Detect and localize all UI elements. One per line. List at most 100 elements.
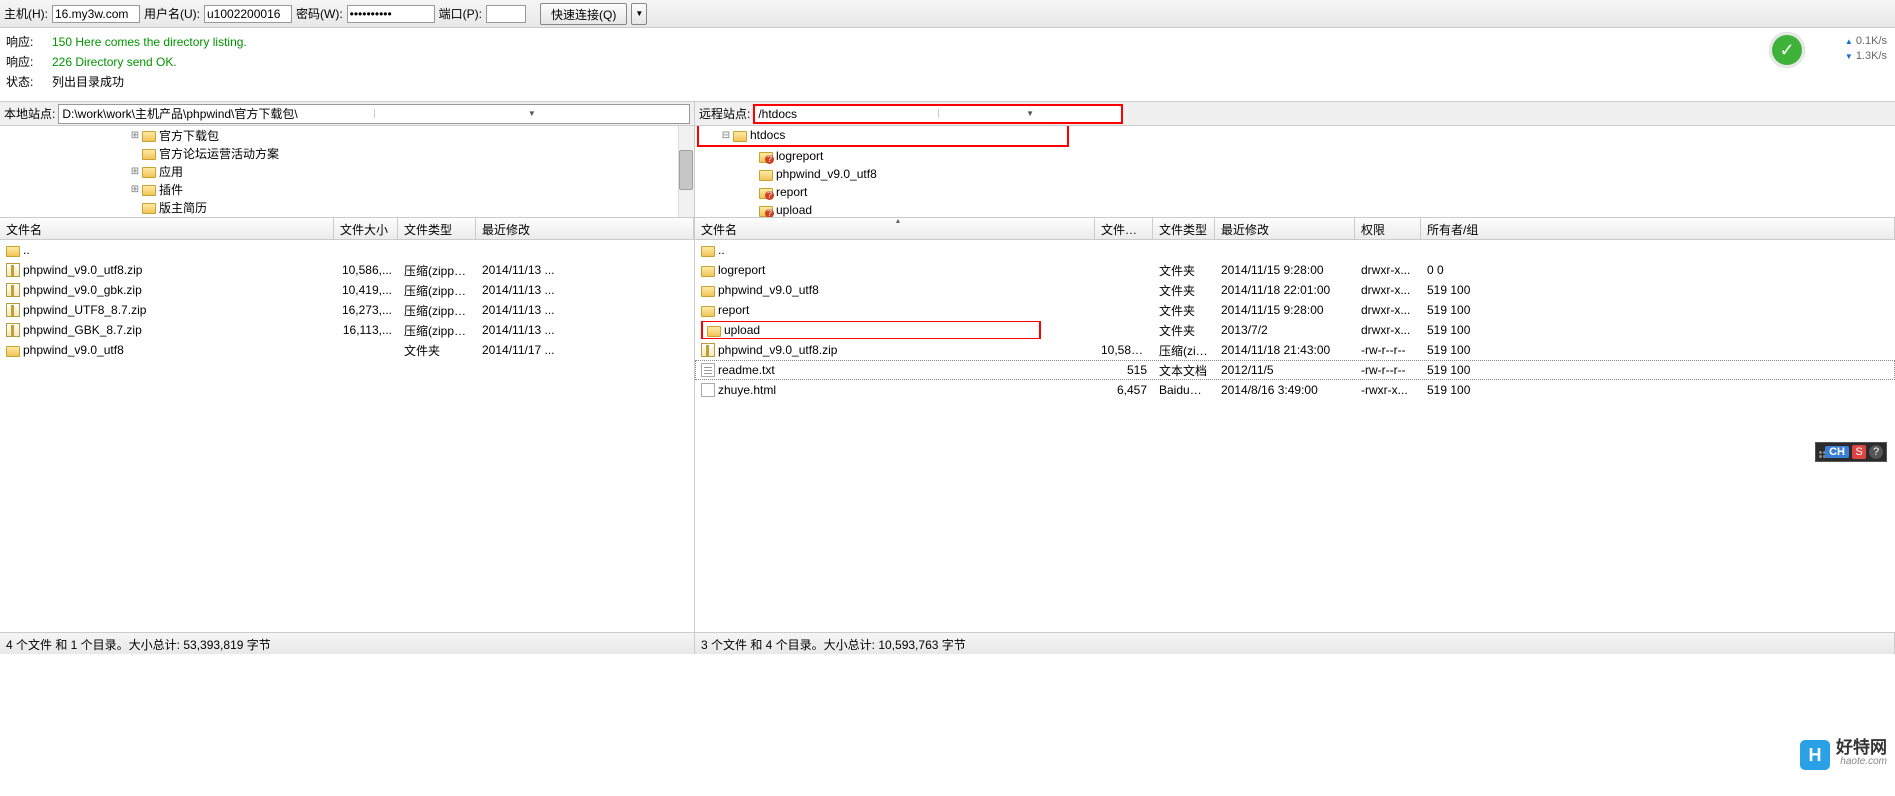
tree-label: 版主简历	[159, 199, 207, 216]
ime-help-icon[interactable]: ?	[1869, 445, 1883, 459]
file-row[interactable]: phpwind_GBK_8.7.zip16,113,...压缩(zippe...…	[0, 320, 694, 340]
tree-item[interactable]: 官方论坛运营活动方案	[0, 144, 694, 162]
folder-icon	[142, 185, 156, 196]
folder-icon	[142, 131, 156, 142]
tree-twisty[interactable]: ⊞	[128, 184, 142, 195]
log-tag: 状态:	[6, 72, 52, 92]
log-tag: 响应:	[6, 52, 52, 72]
log-text: 150 Here comes the directory listing.	[52, 32, 247, 52]
pass-input[interactable]	[347, 5, 435, 23]
log-text: 226 Directory send OK.	[52, 52, 177, 72]
remote-status: 3 个文件 和 4 个目录。大小总计: 10,593,763 字节	[695, 633, 1895, 654]
tree-item[interactable]: phpwind_v9.0_utf8	[695, 165, 1895, 183]
local-pane: 本地站点: D:\work\work\主机产品\phpwind\官方下载包\▼ …	[0, 102, 695, 632]
folder-q-icon	[759, 206, 773, 217]
folder-icon	[733, 131, 747, 142]
file-row[interactable]: phpwind_v9.0_utf8文件夹2014/11/17 ...	[0, 340, 694, 360]
tree-item[interactable]: upload	[695, 201, 1895, 218]
txt-icon	[701, 363, 715, 377]
quickconnect-dropdown[interactable]: ▼	[631, 3, 647, 25]
tree-item[interactable]: ⊞ 插件	[0, 180, 694, 198]
file-row[interactable]: ..	[0, 240, 694, 260]
ime-tray[interactable]: CH S ?	[1815, 442, 1887, 462]
tree-item[interactable]: ⊞ 官方下载包	[0, 126, 694, 144]
local-grid-header[interactable]: 文件名 文件大小 文件类型 最近修改	[0, 218, 694, 240]
file-row[interactable]: ..	[695, 240, 1895, 260]
tree-label: 官方下载包	[159, 127, 219, 144]
folder-icon	[142, 203, 156, 214]
local-path-label: 本地站点:	[4, 105, 55, 122]
connection-toolbar: 主机(H): 用户名(U): 密码(W): 端口(P): 快速连接(Q) ▼	[0, 0, 1895, 28]
folder-icon	[707, 326, 721, 337]
folder-q-icon	[759, 152, 773, 163]
host-label: 主机(H):	[4, 5, 48, 22]
ime-sogou-icon[interactable]: S	[1852, 445, 1866, 459]
folder-icon	[6, 346, 20, 357]
tree-item[interactable]: logreport	[695, 147, 1895, 165]
folder-icon	[6, 246, 20, 257]
file-row[interactable]: upload文件夹2013/7/2drwxr-x...519 100	[695, 320, 1895, 340]
folder-icon	[142, 167, 156, 178]
local-grid[interactable]: ..phpwind_v9.0_utf8.zip10,586,...压缩(zipp…	[0, 240, 694, 632]
file-row[interactable]: readme.txt515文本文档2012/11/5-rw-r--r--519 …	[695, 360, 1895, 380]
tree-item[interactable]: 版主简历	[0, 198, 694, 216]
remote-grid-header[interactable]: 文件名 文件大小 文件类型 最近修改 权限 所有者/组	[695, 218, 1895, 240]
tree-item[interactable]: report	[695, 183, 1895, 201]
watermark: H 好特网haote.com	[1800, 740, 1887, 770]
log-pane: 响应:150 Here comes the directory listing.…	[0, 28, 1895, 102]
tree-label: 官方论坛运营活动方案	[159, 145, 279, 162]
file-row[interactable]: logreport文件夹2014/11/15 9:28:00drwxr-x...…	[695, 260, 1895, 280]
tree-item[interactable]: ⊞ 应用	[0, 162, 694, 180]
port-input[interactable]	[486, 5, 526, 23]
tree-label: 插件	[159, 181, 183, 198]
local-path-combo[interactable]: D:\work\work\主机产品\phpwind\官方下载包\▼	[58, 104, 690, 124]
status-bar: 4 个文件 和 1 个目录。大小总计: 53,393,819 字节 3 个文件 …	[0, 632, 1895, 654]
tree-item[interactable]: ⊟ htdocs	[699, 126, 1067, 144]
status-ok-icon: ✓	[1769, 32, 1805, 68]
user-input[interactable]	[204, 5, 292, 23]
zip-icon	[701, 343, 715, 357]
log-tag: 响应:	[6, 32, 52, 52]
folder-icon	[701, 266, 715, 277]
html-icon	[701, 383, 715, 397]
file-row[interactable]: report文件夹2014/11/15 9:28:00drwxr-x...519…	[695, 300, 1895, 320]
port-label: 端口(P):	[439, 5, 482, 22]
tree-label: htdocs	[750, 128, 785, 142]
zip-icon	[6, 323, 20, 337]
remote-grid[interactable]: ..logreport文件夹2014/11/15 9:28:00drwxr-x.…	[695, 240, 1895, 632]
folder-icon	[759, 170, 773, 181]
tree-label: 应用	[159, 163, 183, 180]
host-input[interactable]	[52, 5, 140, 23]
remote-tree[interactable]: ⊟ htdocs logreport phpwind_v9.0_utf8report u…	[695, 126, 1895, 218]
log-text: 列出目录成功	[52, 72, 124, 92]
remote-pane: 远程站点: /htdocs▼ ⊟htdocslogreportphpwind_v…	[695, 102, 1895, 632]
tree-label: upload	[776, 203, 812, 217]
remote-path-combo[interactable]: /htdocs▼	[753, 104, 1123, 124]
file-row[interactable]: phpwind_v9.0_gbk.zip10,419,...压缩(zippe..…	[0, 280, 694, 300]
tree-label: report	[776, 185, 807, 199]
grip-icon[interactable]	[1819, 451, 1822, 454]
chevron-down-icon[interactable]: ▼	[374, 109, 689, 118]
folder-q-icon	[759, 188, 773, 199]
tree-twisty[interactable]: ⊞	[128, 166, 142, 177]
zip-icon	[6, 263, 20, 277]
file-row[interactable]: phpwind_v9.0_utf8.zip10,586...压缩(zip...2…	[695, 340, 1895, 360]
chevron-down-icon[interactable]: ▼	[938, 109, 1122, 118]
user-label: 用户名(U):	[144, 5, 200, 22]
ime-ch-icon[interactable]: CH	[1825, 446, 1849, 458]
file-row[interactable]: phpwind_v9.0_utf8.zip10,586,...压缩(zippe.…	[0, 260, 694, 280]
tree-twisty[interactable]: ⊞	[128, 130, 142, 141]
file-row[interactable]: zhuye.html6,457BaiduBr...2014/8/16 3:49:…	[695, 380, 1895, 400]
file-row[interactable]: phpwind_v9.0_utf8文件夹2014/11/18 22:01:00d…	[695, 280, 1895, 300]
tree-label: phpwind_v9.0_utf8	[776, 167, 877, 181]
scrollbar[interactable]	[678, 126, 694, 217]
transfer-speed: 0.1K/s 1.3K/s	[1845, 34, 1887, 64]
local-status: 4 个文件 和 1 个目录。大小总计: 53,393,819 字节	[0, 633, 695, 654]
file-row[interactable]: phpwind_UTF8_8.7.zip16,273,...压缩(zippe..…	[0, 300, 694, 320]
folder-icon	[701, 246, 715, 257]
quickconnect-button[interactable]: 快速连接(Q)	[540, 3, 627, 25]
tree-twisty[interactable]: ⊟	[719, 130, 733, 141]
local-tree[interactable]: ⊞ 官方下载包官方论坛运营活动方案 ⊞ 应用 ⊞ 插件版主简历	[0, 126, 694, 218]
folder-icon	[701, 286, 715, 297]
pass-label: 密码(W):	[296, 5, 343, 22]
